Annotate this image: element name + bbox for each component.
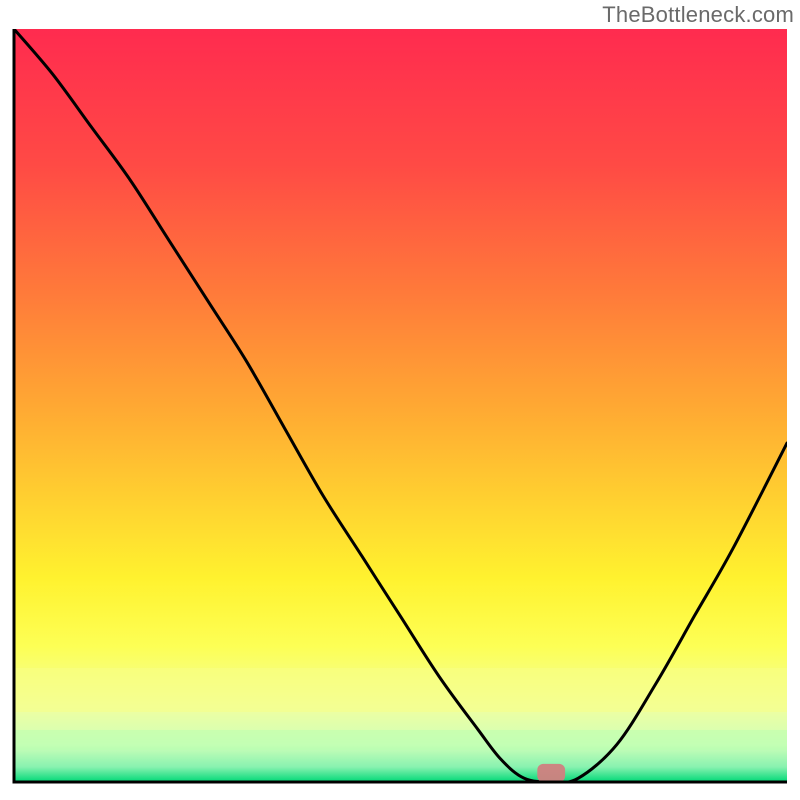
optimum-marker	[537, 764, 565, 782]
bottleneck-chart	[0, 0, 800, 800]
chart-container: TheBottleneck.com	[0, 0, 800, 800]
band-2	[14, 730, 787, 750]
band-1	[14, 668, 787, 712]
watermark-text: TheBottleneck.com	[602, 2, 794, 28]
